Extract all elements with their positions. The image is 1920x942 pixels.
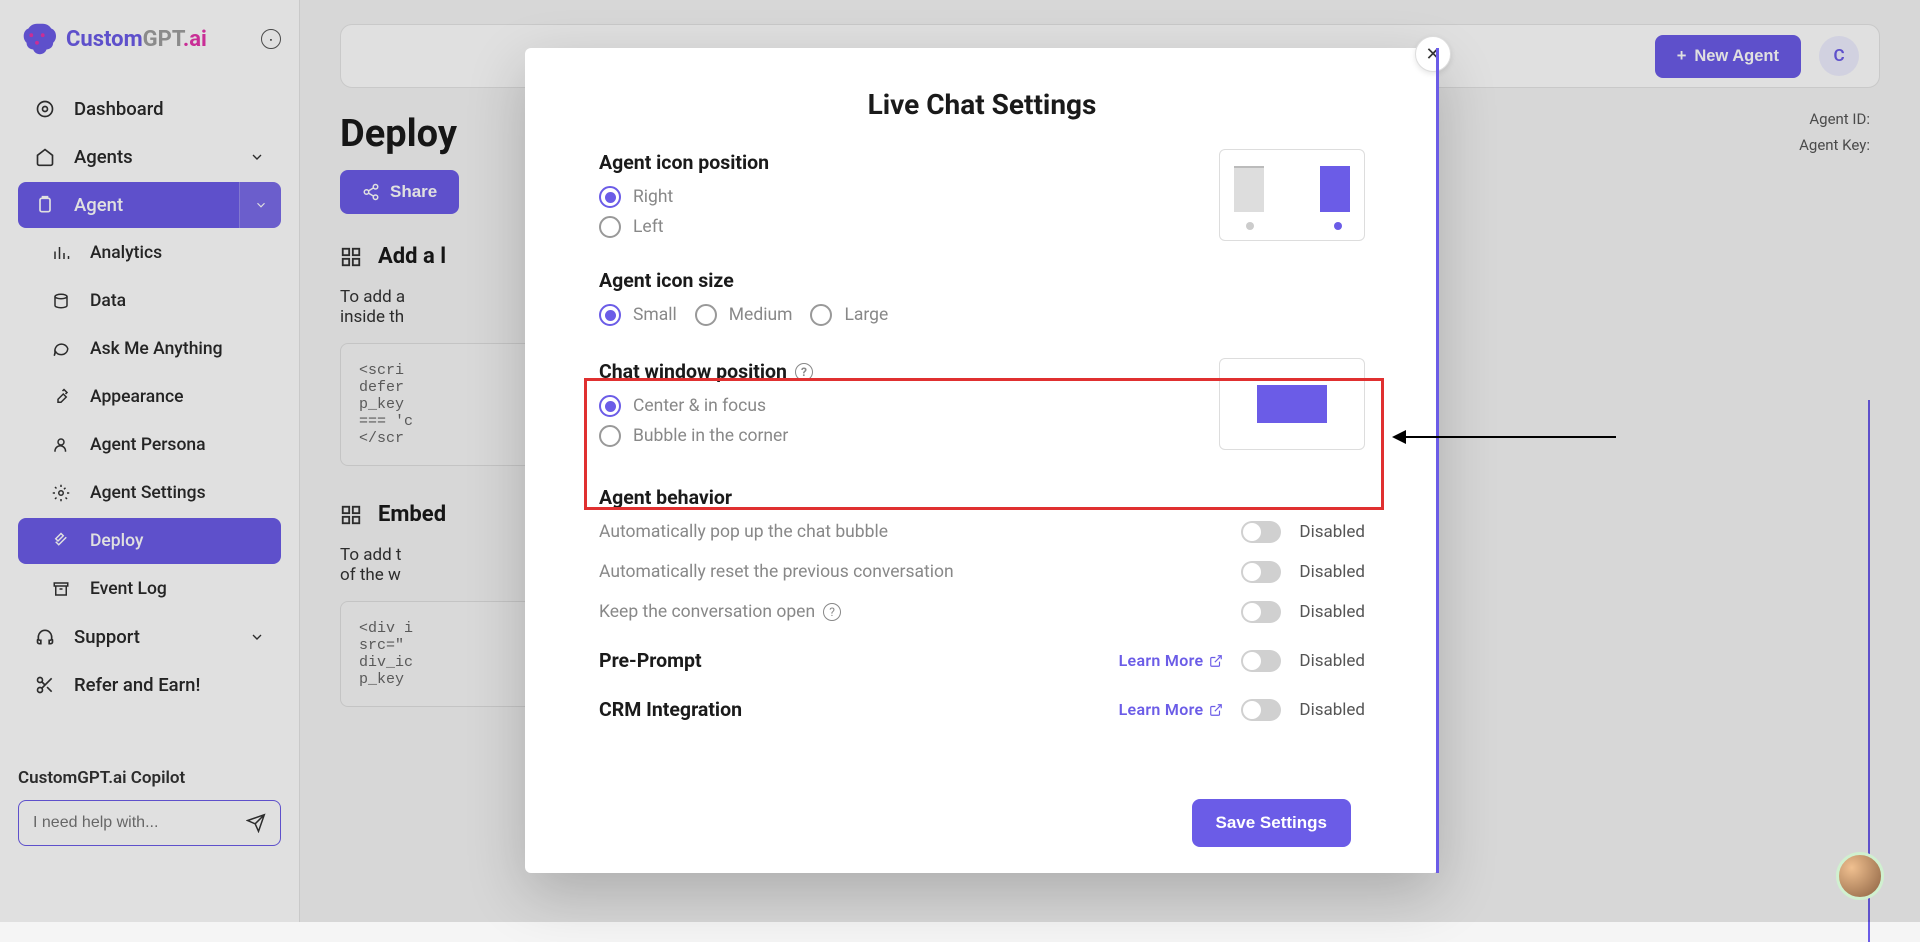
radio-medium[interactable]: Medium (695, 304, 793, 326)
radio-large[interactable]: Large (810, 304, 888, 326)
close-icon: ✕ (1425, 44, 1440, 65)
toggle-state: Disabled (1299, 602, 1365, 622)
save-settings-button[interactable]: Save Settings (1192, 799, 1352, 847)
window-preview (1219, 358, 1365, 450)
radio-label: Medium (729, 305, 793, 325)
toggle-keep-open[interactable] (1241, 601, 1281, 623)
external-link-icon (1209, 654, 1223, 668)
toggle-state: Disabled (1299, 700, 1365, 720)
annotation-arrow (1394, 436, 1616, 438)
toggle-state: Disabled (1299, 651, 1365, 671)
radio-label: Left (633, 217, 664, 237)
external-link-icon (1209, 703, 1223, 717)
toggle-state: Disabled (1299, 562, 1365, 582)
setting-icon-position: Agent icon position Right Left (599, 151, 1365, 243)
chat-launcher-avatar[interactable] (1836, 852, 1884, 900)
behavior-keep-open-label: Keep the conversation open ? (599, 602, 841, 622)
radio-label: Large (844, 305, 888, 325)
close-button[interactable]: ✕ (1415, 36, 1451, 72)
setting-crm: CRM Integration Learn More Disabled (599, 698, 1365, 721)
radio-label: Center & in focus (633, 396, 766, 416)
live-chat-settings-modal: ✕ Live Chat Settings Agent icon position… (525, 48, 1439, 873)
toggle-crm[interactable] (1241, 699, 1281, 721)
setting-label: Agent icon size (599, 269, 1365, 292)
setting-pre-prompt: Pre-Prompt Learn More Disabled (599, 649, 1365, 672)
setting-label: Pre-Prompt (599, 649, 702, 672)
setting-label: Agent behavior (599, 486, 1365, 509)
toggle-auto-popup[interactable] (1241, 521, 1281, 543)
toggle-auto-reset[interactable] (1241, 561, 1281, 583)
toggle-pre-prompt[interactable] (1241, 650, 1281, 672)
radio-label: Bubble in the corner (633, 426, 788, 446)
radio-label: Small (633, 305, 677, 325)
setting-chat-window-position: Chat window position ? Center & in focus… (599, 360, 1365, 460)
position-preview (1219, 149, 1365, 241)
radio-small[interactable]: Small (599, 304, 677, 326)
setting-behavior: Agent behavior Automatically pop up the … (599, 486, 1365, 623)
radio-label: Right (633, 187, 673, 207)
learn-more-link[interactable]: Learn More (1119, 651, 1224, 670)
learn-more-link[interactable]: Learn More (1119, 700, 1224, 719)
modal-title: Live Chat Settings (599, 88, 1365, 121)
help-icon[interactable]: ? (823, 603, 841, 621)
behavior-auto-reset-label: Automatically reset the previous convers… (599, 562, 954, 582)
help-icon[interactable]: ? (795, 363, 813, 381)
setting-icon-size: Agent icon size Small Medium Large (599, 269, 1365, 334)
behavior-auto-popup-label: Automatically pop up the chat bubble (599, 522, 888, 542)
setting-label: CRM Integration (599, 698, 742, 721)
toggle-state: Disabled (1299, 522, 1365, 542)
